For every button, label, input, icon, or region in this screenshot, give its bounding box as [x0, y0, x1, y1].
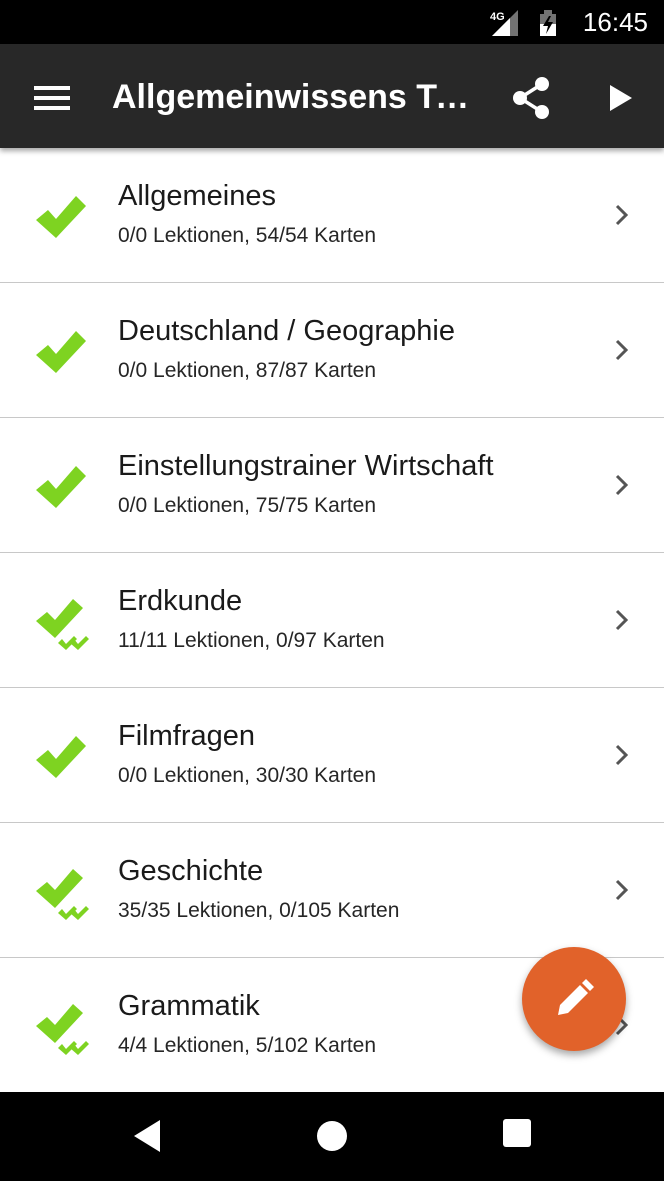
course-progress: 0/0 Lektionen, 30/30 Karten — [118, 764, 377, 787]
course-row[interactable]: Deutschland / Geographie 0/0 Lektionen, 8… — [0, 283, 664, 418]
course-title: Grammatik — [118, 990, 260, 1022]
double-check-icon — [30, 996, 100, 1066]
course-title: Geschichte — [118, 855, 264, 887]
chevron-right-icon — [610, 470, 634, 500]
menu-icon[interactable] — [28, 74, 76, 122]
app-bar: Allgemeinwissens Trainer — [0, 44, 664, 148]
course-row[interactable]: Geschichte 35/35 Lektionen, 0/105 Karten — [0, 823, 664, 958]
double-check-icon — [30, 861, 100, 931]
chevron-right-icon — [610, 875, 634, 905]
course-title: Einstellungstrainer Wirtschaft — [118, 450, 494, 482]
battery-icon — [540, 10, 556, 36]
course-progress: 11/11 Lektionen, 0/97 Karten — [118, 629, 385, 652]
course-title: Erdkunde — [118, 585, 243, 617]
course-row[interactable]: Einstellungstrainer Wirtschaft 0/0 Lektio… — [0, 418, 664, 553]
course-row[interactable]: Allgemeines 0/0 Lektionen, 54/54 Karten — [0, 148, 664, 283]
status-time: 16:45 — [582, 7, 648, 37]
course-progress: 35/35 Lektionen, 0/105 Karten — [118, 899, 400, 922]
pencil-icon — [558, 979, 594, 1015]
network-type-label: 4G — [490, 11, 505, 23]
home-icon[interactable] — [312, 1116, 352, 1156]
chevron-right-icon — [610, 605, 634, 635]
check-icon — [30, 321, 100, 391]
app-title: Allgemeinwissens Trainer — [112, 78, 482, 116]
course-title: Allgemeines — [118, 180, 276, 212]
double-check-icon — [30, 591, 100, 661]
edit-fab-button[interactable] — [522, 947, 626, 1051]
check-icon — [30, 726, 100, 796]
chevron-right-icon — [610, 200, 634, 230]
course-title: Filmfragen — [118, 720, 255, 752]
check-icon — [30, 456, 100, 526]
recents-icon[interactable] — [500, 1116, 536, 1152]
course-progress: 0/0 Lektionen, 75/75 Karten — [118, 494, 377, 517]
status-bar: 4G 16:45 — [0, 0, 664, 44]
play-icon[interactable] — [598, 74, 642, 122]
course-progress: 0/0 Lektionen, 54/54 Karten — [118, 224, 377, 247]
chevron-right-icon — [610, 740, 634, 770]
share-icon[interactable] — [510, 74, 554, 122]
check-icon — [30, 186, 100, 256]
course-row[interactable]: Erdkunde 11/11 Lektionen, 0/97 Karten — [0, 553, 664, 688]
course-progress: 0/0 Lektionen, 87/87 Karten — [118, 359, 377, 382]
course-progress: 4/4 Lektionen, 5/102 Karten — [118, 1034, 377, 1057]
status-icons: 4G — [488, 8, 568, 38]
course-title: Deutschland / Geographie — [118, 315, 455, 347]
course-row[interactable]: Filmfragen 0/0 Lektionen, 30/30 Karten — [0, 688, 664, 823]
chevron-right-icon — [610, 335, 634, 365]
back-icon[interactable] — [128, 1114, 168, 1158]
system-nav-bar — [0, 1092, 664, 1181]
